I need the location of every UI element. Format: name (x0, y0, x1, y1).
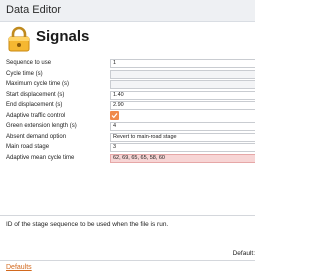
cycle-time-input[interactable] (110, 69, 255, 79)
title-bar: Data Editor (0, 0, 255, 22)
adaptive-control-checkbox[interactable] (110, 110, 119, 120)
field-row-green-extension: Green extension length (s) 4 (0, 121, 255, 132)
start-displacement-input[interactable]: 1.40 (110, 90, 255, 100)
section-header: Signals (6, 24, 255, 54)
absent-demand-selected: Revert to main-road stage (113, 133, 177, 140)
absent-demand-select[interactable]: Revert to main-road stage (110, 132, 255, 142)
max-cycle-time-input[interactable] (110, 80, 255, 89)
properties-grid: Sequence to use 1 Cycle time (s) Maximum… (0, 58, 255, 163)
green-extension-input[interactable]: 4 (110, 122, 255, 131)
field-label: Adaptive traffic control (6, 112, 66, 119)
description-text: ID of the stage sequence to be used when… (6, 221, 169, 228)
field-label: Green extension length (s) (6, 123, 77, 129)
checkmark-icon (111, 112, 118, 118)
padlock-signal-icon (6, 26, 32, 52)
field-row-main-road-stage: Main road stage 3 (0, 142, 255, 153)
field-label: End displacement (s) (6, 102, 63, 108)
field-row-start-displacement: Start displacement (s) 1.40 (0, 90, 255, 101)
field-label: Cycle time (s) (6, 70, 43, 77)
field-label: Sequence to use (6, 60, 52, 66)
field-row-adaptive-control: Adaptive traffic control (0, 110, 255, 122)
defaults-link[interactable]: Defaults (6, 264, 32, 271)
field-label: Adaptive mean cycle time (6, 154, 75, 161)
sequence-input[interactable]: 1 (110, 59, 255, 68)
field-row-absent-demand: Absent demand option Revert to main-road… (0, 132, 255, 143)
adaptive-mean-cycle-input[interactable]: 62, 69, 65, 65, 58, 60 (110, 153, 255, 163)
field-label: Absent demand option (6, 133, 67, 140)
description-panel: ID of the stage sequence to be used when… (0, 215, 255, 261)
field-row-max-cycle-time: Maximum cycle time (s) (0, 79, 255, 90)
field-label: Maximum cycle time (s) (6, 81, 70, 87)
field-row-adaptive-mean-cycle: Adaptive mean cycle time 62, 69, 65, 65,… (0, 153, 255, 164)
field-row-sequence: Sequence to use 1 (0, 58, 255, 69)
end-displacement-input[interactable]: 2.90 (110, 101, 255, 110)
window-title: Data Editor (6, 4, 62, 16)
page-title: Signals (36, 28, 90, 45)
default-label: Default: (232, 250, 255, 257)
field-row-cycle-time: Cycle time (s) (0, 69, 255, 80)
field-label: Main road stage (6, 144, 50, 150)
main-road-stage-input[interactable]: 3 (110, 143, 255, 152)
field-label: Start displacement (s) (6, 91, 65, 98)
field-row-end-displacement: End displacement (s) 2.90 (0, 100, 255, 111)
